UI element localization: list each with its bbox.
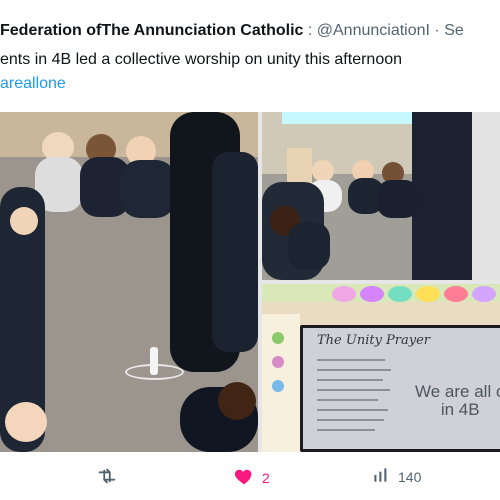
views-count: 140 (398, 468, 422, 485)
photo-children-seated[interactable] (262, 112, 500, 280)
heart-icon (233, 465, 255, 490)
slide-title: The Unity Prayer (317, 333, 431, 348)
slide-main-line-1: We are all o (415, 382, 500, 401)
tweet-actions: 2 140 (0, 455, 500, 500)
photo-unity-prayer-screen[interactable]: The Unity Prayer We are all o in 4B (262, 284, 500, 452)
views-bar-chart-icon (371, 465, 391, 488)
author-handle[interactable]: @AnnunciationI · Se (317, 22, 464, 39)
views-button[interactable]: 140 (371, 465, 421, 488)
tweet-text: ents in 4B led a collective worship on u… (0, 51, 403, 68)
hashtag-link[interactable]: areallone (0, 75, 66, 93)
whiteboard-slide: The Unity Prayer We are all o in 4B (300, 325, 500, 452)
slide-main-line-2: in 4B (440, 400, 480, 419)
retweet-icon (96, 465, 118, 490)
retweet-button[interactable] (96, 465, 118, 490)
tweet-header: Federation ofThe Annunciation Catholic :… (0, 18, 500, 44)
like-count: 2 (262, 469, 270, 486)
photo-children-circle[interactable] (0, 112, 258, 452)
tweet-media-grid: The Unity Prayer We are all o in 4B (0, 112, 500, 452)
author-name[interactable]: Federation ofThe Annunciation Catholic (0, 22, 303, 39)
handle-separator: : (307, 22, 313, 39)
like-button[interactable]: 2 (233, 465, 270, 490)
slide-main-text: We are all o in 4B (415, 383, 500, 419)
